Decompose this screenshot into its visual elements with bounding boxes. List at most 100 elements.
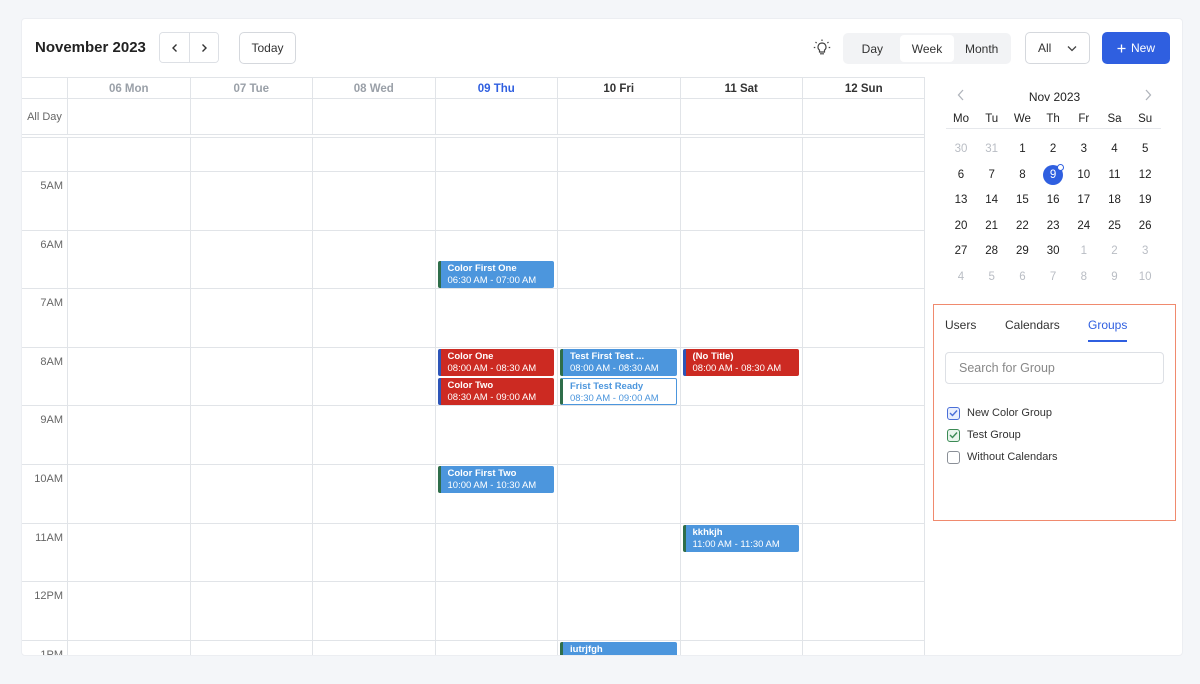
group-search-input[interactable]: Search for Group bbox=[945, 352, 1164, 384]
mini-calendar-day[interactable]: 9 bbox=[1100, 267, 1130, 287]
mini-calendar-day[interactable]: 9 bbox=[1038, 163, 1068, 185]
mini-calendar-day[interactable]: 22 bbox=[1007, 216, 1037, 236]
filter-dropdown[interactable]: All bbox=[1025, 32, 1090, 64]
mini-calendar-day[interactable]: 21 bbox=[977, 216, 1007, 236]
mini-calendar-day[interactable]: 7 bbox=[1038, 267, 1068, 287]
day-header[interactable]: 09 Thu bbox=[434, 78, 558, 99]
mini-calendar-day[interactable]: 17 bbox=[1069, 190, 1099, 210]
mini-weekday-label: Su bbox=[1138, 113, 1153, 125]
next-week-button[interactable] bbox=[189, 33, 218, 62]
new-event-button[interactable]: New bbox=[1102, 32, 1170, 64]
mini-calendar-day[interactable]: 14 bbox=[977, 190, 1007, 210]
calendar-event[interactable]: kkhkjh 11:00 AM - 11:30 AM bbox=[682, 524, 799, 552]
all-day-cell[interactable] bbox=[312, 99, 435, 135]
mini-day-number: 9 bbox=[1043, 163, 1065, 185]
mini-calendar-day[interactable]: 28 bbox=[977, 241, 1007, 261]
mini-day-number: 1 bbox=[1080, 245, 1087, 258]
mini-calendar-day[interactable]: 2 bbox=[1100, 241, 1130, 261]
mini-calendar-day[interactable]: 23 bbox=[1038, 216, 1068, 236]
mini-calendar-day[interactable]: 30 bbox=[946, 139, 976, 159]
mini-calendar-day[interactable]: 18 bbox=[1100, 190, 1130, 210]
day-column-divider bbox=[679, 138, 681, 655]
day-header[interactable]: 12 Sun bbox=[802, 78, 924, 99]
mini-calendar-day[interactable]: 15 bbox=[1007, 190, 1037, 210]
mini-calendar-day[interactable]: 7 bbox=[977, 165, 1007, 185]
mini-calendar-day[interactable]: 16 bbox=[1038, 190, 1068, 210]
mini-calendar-day[interactable]: 10 bbox=[1130, 267, 1160, 287]
mini-day-number: 4 bbox=[1111, 143, 1118, 155]
mini-calendar-day[interactable]: 10 bbox=[1069, 165, 1099, 185]
chevron-right-icon[interactable] bbox=[1143, 89, 1153, 101]
day-header[interactable]: 10 Fri bbox=[557, 78, 680, 99]
mini-calendar-day[interactable]: 1 bbox=[1069, 241, 1099, 261]
previous-week-button[interactable] bbox=[160, 33, 189, 62]
calendar-event[interactable]: Frist Test Ready 08:30 AM - 09:00 AM bbox=[560, 378, 677, 406]
mini-calendar-day[interactable]: 30 bbox=[1038, 241, 1068, 261]
event-time: 08:00 AM - 08:30 AM bbox=[447, 362, 537, 374]
group-checkbox-row[interactable]: New Color Group bbox=[947, 405, 1052, 421]
today-button[interactable]: Today bbox=[239, 32, 296, 64]
mini-day-number: 5 bbox=[1141, 143, 1149, 155]
day-header[interactable]: 11 Sat bbox=[679, 78, 803, 99]
tab-groups[interactable]: Groups bbox=[1088, 318, 1127, 332]
group-checkbox-row[interactable]: Without Calendars bbox=[947, 449, 1058, 465]
page-title: November 2023 bbox=[35, 39, 146, 56]
mini-day-number: 5 bbox=[988, 271, 995, 283]
mini-calendar-day[interactable]: 1 bbox=[1007, 139, 1037, 159]
group-checkbox-row[interactable]: Test Group bbox=[947, 427, 1021, 443]
mini-calendar-day[interactable]: 12 bbox=[1130, 165, 1160, 185]
mini-calendar-day[interactable]: 29 bbox=[1007, 241, 1037, 261]
calendar-event[interactable]: Color One 08:00 AM - 08:30 AM bbox=[437, 348, 554, 377]
mini-calendar-day[interactable]: 26 bbox=[1130, 216, 1160, 236]
mini-calendar-day[interactable]: 3 bbox=[1130, 241, 1160, 261]
checkbox-checked-icon[interactable] bbox=[947, 406, 960, 420]
new-button-label: New bbox=[1130, 41, 1155, 55]
mini-calendar-day[interactable]: 31 bbox=[977, 139, 1007, 159]
mini-day-number: 7 bbox=[988, 168, 995, 181]
mini-calendar-day[interactable]: 27 bbox=[946, 241, 976, 261]
tab-calendars[interactable]: Calendars bbox=[1005, 318, 1060, 332]
calendar-event[interactable]: Color First Two 10:00 AM - 10:30 AM bbox=[437, 466, 554, 494]
all-day-cell[interactable] bbox=[802, 99, 924, 135]
sidebar: Nov 2023 Mo Tu We Th Fr Sa Su 30 31 1 2 3 4 5 6 7 8 9 10 1… bbox=[925, 77, 1182, 655]
view-week-button[interactable]: Week bbox=[899, 35, 955, 62]
mini-calendar-day[interactable]: 19 bbox=[1130, 190, 1160, 210]
day-header[interactable]: 07 Tue bbox=[189, 78, 313, 99]
calendar-event[interactable]: Color First One 06:30 AM - 07:00 AM bbox=[437, 260, 554, 289]
mini-calendar-day[interactable]: 24 bbox=[1069, 216, 1099, 236]
mini-calendar-day[interactable]: 8 bbox=[1069, 267, 1099, 287]
calendar-event[interactable]: Test First Test ... 08:00 AM - 08:30 AM bbox=[560, 348, 677, 377]
calendar-event[interactable]: Color Two 08:30 AM - 09:00 AM bbox=[437, 378, 554, 406]
mini-calendar-day[interactable]: 4 bbox=[1100, 139, 1130, 159]
mini-calendar-day[interactable]: 6 bbox=[946, 165, 976, 185]
mini-calendar-day[interactable]: 20 bbox=[946, 216, 976, 236]
all-day-cell[interactable] bbox=[434, 99, 558, 135]
day-header[interactable]: 06 Mon bbox=[67, 78, 190, 99]
mini-calendar-day[interactable]: 8 bbox=[1007, 165, 1037, 185]
mini-calendar-day[interactable]: 3 bbox=[1069, 139, 1099, 159]
day-header[interactable]: 08 Wed bbox=[312, 78, 435, 99]
all-day-row: All Day bbox=[22, 99, 924, 135]
tab-users[interactable]: Users bbox=[945, 318, 976, 332]
mini-calendar-day[interactable]: 6 bbox=[1007, 267, 1037, 287]
view-month-button[interactable]: Month bbox=[954, 35, 1009, 62]
mini-calendar-day[interactable]: 25 bbox=[1100, 216, 1130, 236]
mini-calendar-day[interactable]: 4 bbox=[946, 267, 976, 287]
mini-calendar-day[interactable]: 5 bbox=[977, 267, 1007, 287]
calendar-event[interactable]: iutrjfgh bbox=[560, 641, 677, 655]
mini-calendar-day[interactable]: 5 bbox=[1130, 139, 1160, 159]
day-column-divider bbox=[312, 138, 313, 655]
mini-calendar-day[interactable]: 13 bbox=[946, 190, 976, 210]
view-day-button[interactable]: Day bbox=[845, 35, 900, 62]
all-day-cell[interactable] bbox=[679, 99, 803, 135]
all-day-cell[interactable] bbox=[189, 99, 313, 135]
checkbox-unchecked-icon[interactable] bbox=[947, 450, 960, 464]
mini-calendar-day[interactable]: 11 bbox=[1100, 165, 1130, 185]
checkbox-checked-icon[interactable] bbox=[947, 428, 960, 442]
lightbulb-icon[interactable] bbox=[812, 38, 832, 58]
all-day-cell[interactable] bbox=[557, 99, 680, 135]
all-day-cell[interactable] bbox=[67, 99, 190, 135]
calendar-event[interactable]: (No Title) 08:00 AM - 08:30 AM bbox=[682, 348, 799, 377]
mini-day-number: 25 bbox=[1108, 219, 1121, 232]
mini-calendar-day[interactable]: 2 bbox=[1038, 139, 1068, 159]
